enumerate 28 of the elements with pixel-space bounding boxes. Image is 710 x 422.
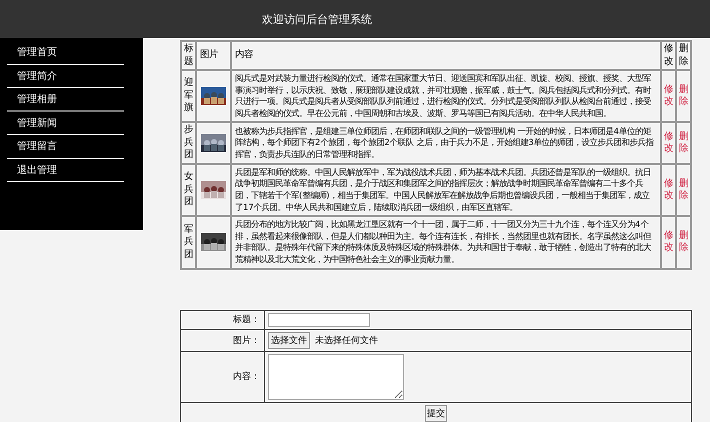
column-header: 删除 — [676, 41, 691, 70]
title-input[interactable] — [268, 312, 370, 327]
field-label: 图片： — [233, 336, 260, 346]
table-cell: 兵团分布的地方比较广阔，比如黑龙江垦区就有一个十一团，属于二师，十一团又分为三十九个连，每个连又分为4个排，虽然看起来很像部队，但是人们都以种田为主。每个连有连长，有排长，当然团里也就有团长。名字虽然这么叫但并非部队。是特殊年代留下来的特殊体质及特殊区域的特殊群体。为共和国甘于奉献，敢于牺牲，创造出了特有的北大荒精神以及北大荒文化，为中国特色社会主义的事业贡献力量。 — [231, 216, 661, 269]
sidebar-item[interactable]: 管理相册 — [7, 88, 124, 112]
field-label: 标题： — [233, 315, 260, 326]
table-cell: 军兵团 — [181, 216, 196, 269]
sidebar-item[interactable]: 管理简介 — [7, 64, 124, 88]
column-header: 内容 — [231, 41, 661, 70]
table-cell: 也被称为步兵指挥官，是组建三单位师团后，在师团和联队之间的一级管理机构 一开始的时候，日本师团是4单位的矩阵结构，每个师团下有2个旅团，每个旅团2个联队 之后，由于兵力不足，开始组建3单位的师团，设立步兵团和步兵指挥官，负责步兵连队的日常管理和指挥。 — [231, 122, 661, 164]
submit-button[interactable]: 提交 — [425, 404, 447, 422]
column-header: 图片 — [196, 41, 231, 70]
table-cell: 兵团是军和师的统称。中国人民解放军中，军为战役战术兵团，师为基本战术兵团。兵团还曾是军队的一级组织。抗日战争初期国民革命军曾编有兵团，是介于战区和集团军之间的指挥层次；解放战争时期国民革命军曾编有二十多个兵团，下辖若干个军(整编师)，相当于集团军。中国人民解放军在解放战争后期也曾编设兵团，一般相当于集团军，成立了17个兵团。中华人民共和国建立后，陆续取消兵团一级组织，由军区直辖军。 — [231, 164, 661, 216]
field-label: 内容： — [233, 372, 260, 382]
site-title: 欢迎访问后台管理系统 — [262, 12, 372, 26]
column-header: 修改 — [661, 41, 676, 70]
sidebar-item[interactable]: 管理新闻 — [7, 112, 124, 135]
column-header: 标题 — [181, 41, 196, 70]
content-textarea[interactable] — [268, 354, 404, 400]
file-status: 未选择任何文件 — [314, 336, 378, 346]
table-cell: 阅兵式是对武装力量进行检阅的仪式。通常在国家重大节日、迎送国宾和军队出征、凯旋、校阅、授旗、授奖、大型军事演习时举行，以示庆祝、致敬，展现部队建设成就，并可壮观瞻，振军威，鼓士气。阅兵包括阅兵式和分列式。有时只进行一项。阅兵式是阅兵者从受阅部队队列前通过，进行检阅的仪式。分列式是受阅部队列队从检阅台前通过，接受阅兵者检阅的仪式。早在公元前，中国周朝和古埃及、波斯、罗马等国已有阅兵活动。在中华人民共和国。 — [231, 70, 661, 122]
table-cell: 步兵团 — [181, 122, 196, 164]
table-cell: 迎军旗 — [181, 70, 196, 122]
table-cell: 女兵团 — [181, 164, 196, 216]
sidebar-item[interactable]: 退出管理 — [7, 158, 124, 182]
sidebar-item[interactable]: 管理留言 — [7, 135, 124, 158]
choose-file-button[interactable]: 选择文件 — [268, 332, 310, 349]
sidebar-item[interactable]: 管理首页 — [7, 41, 124, 64]
